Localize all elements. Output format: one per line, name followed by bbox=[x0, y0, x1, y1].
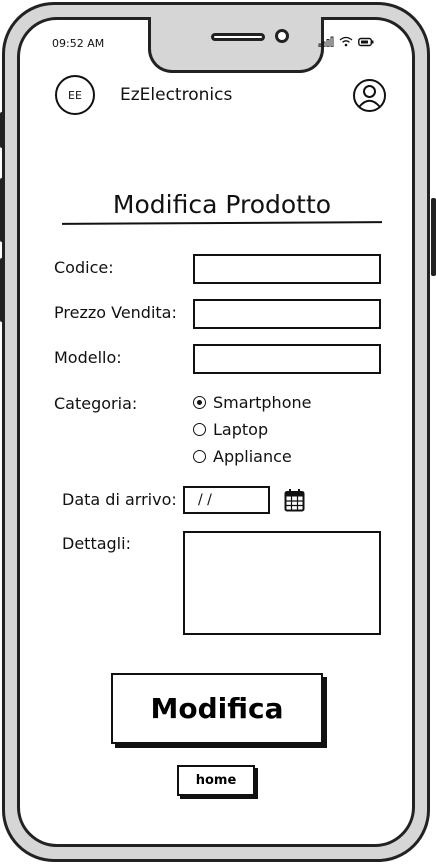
radio-button[interactable] bbox=[193, 423, 206, 436]
categoria-label: Categoria: bbox=[54, 394, 138, 413]
radio-laptop[interactable]: Laptop bbox=[193, 420, 268, 439]
radio-label-laptop: Laptop bbox=[213, 420, 269, 439]
data-arrivo-label: Data di arrivo: bbox=[62, 490, 177, 509]
user-circle-icon[interactable] bbox=[352, 78, 387, 113]
codice-label: Codice: bbox=[54, 258, 114, 277]
dettagli-textarea[interactable] bbox=[183, 531, 381, 635]
prezzo-vendita-label: Prezzo Vendita: bbox=[54, 303, 177, 322]
status-time: 09:52 AM bbox=[52, 37, 105, 50]
power-button bbox=[431, 198, 436, 276]
date-placeholder: / / bbox=[198, 492, 212, 508]
radio-button-selected[interactable] bbox=[193, 396, 206, 409]
dettagli-label: Dettagli: bbox=[62, 534, 131, 553]
radio-label-appliance: Appliance bbox=[213, 447, 292, 466]
radio-label-smartphone: Smartphone bbox=[213, 393, 312, 412]
side-button-top bbox=[0, 112, 5, 148]
app-logo[interactable]: EE bbox=[55, 75, 95, 115]
front-camera bbox=[275, 29, 289, 43]
prezzo-vendita-input[interactable] bbox=[193, 299, 381, 329]
modello-input[interactable] bbox=[193, 344, 381, 374]
calendar-icon[interactable] bbox=[284, 488, 305, 512]
signal-icon bbox=[318, 36, 334, 47]
radio-dot bbox=[197, 400, 202, 405]
page-title: Modifica Prodotto bbox=[112, 190, 332, 219]
app-name: EzElectronics bbox=[120, 85, 233, 105]
wifi-icon bbox=[339, 36, 353, 47]
status-icons bbox=[318, 36, 374, 47]
radio-smartphone[interactable]: Smartphone bbox=[193, 393, 311, 412]
battery-icon bbox=[358, 37, 374, 46]
side-button-middle bbox=[0, 178, 5, 242]
data-arrivo-input[interactable]: / / bbox=[183, 486, 270, 514]
radio-appliance[interactable]: Appliance bbox=[193, 447, 292, 466]
radio-button[interactable] bbox=[193, 450, 206, 463]
speaker-grille bbox=[211, 33, 265, 41]
modello-label: Modello: bbox=[54, 348, 122, 367]
side-button-lower bbox=[0, 258, 5, 322]
phone-notch bbox=[148, 17, 324, 73]
codice-input[interactable] bbox=[193, 254, 381, 284]
logo-text: EE bbox=[68, 88, 82, 102]
home-button[interactable]: home bbox=[177, 765, 255, 796]
modifica-button[interactable]: Modifica bbox=[111, 673, 323, 744]
